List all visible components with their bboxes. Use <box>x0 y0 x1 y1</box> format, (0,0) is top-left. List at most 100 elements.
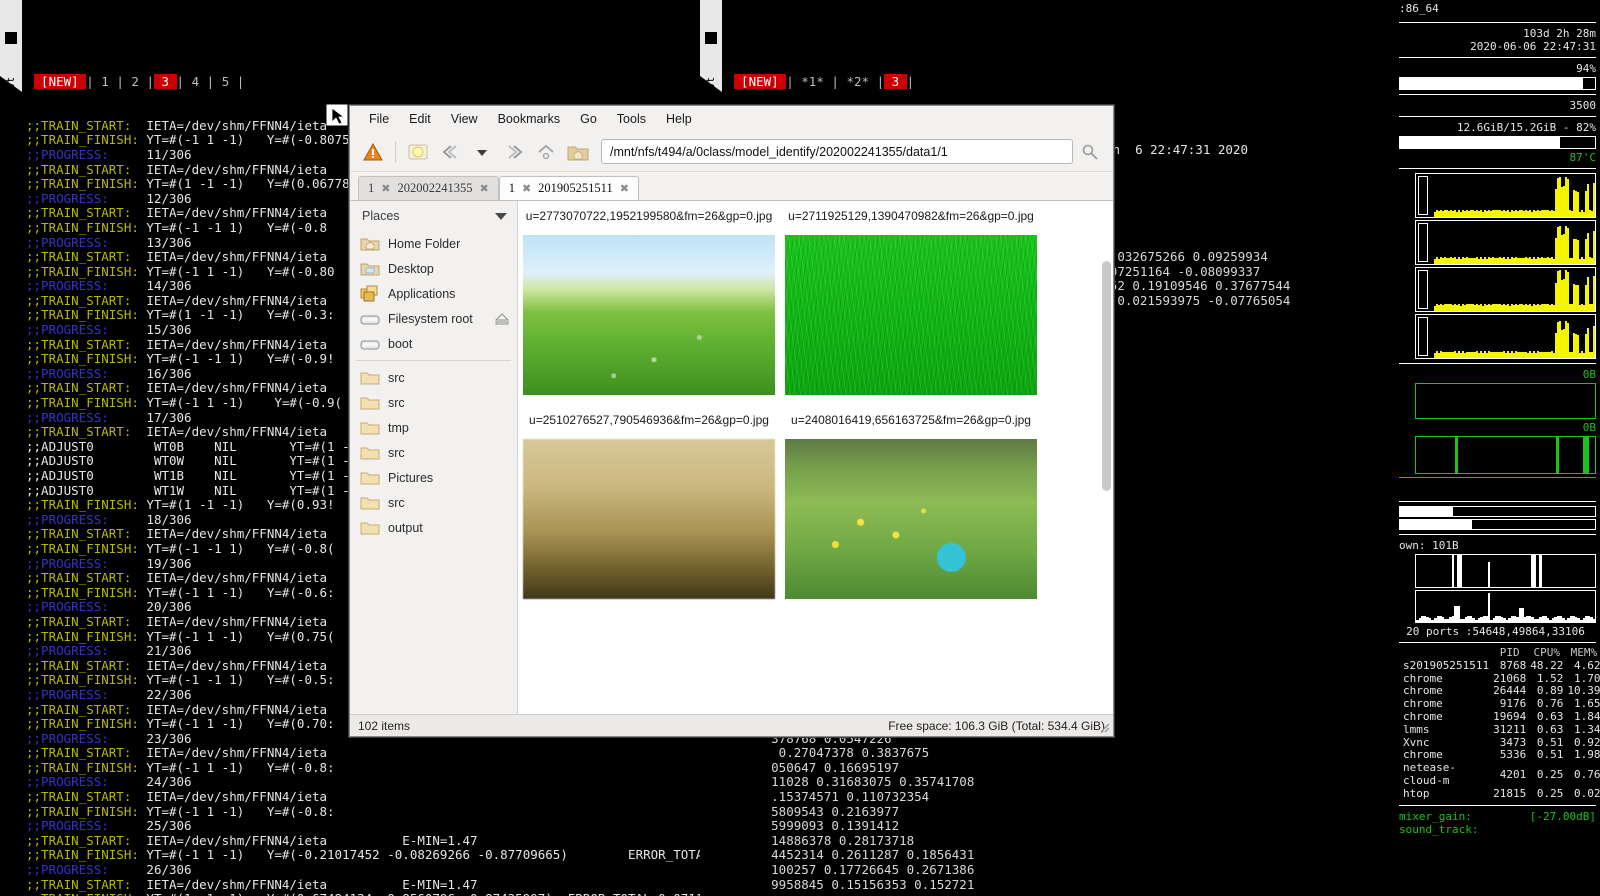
terminal-tab[interactable]: 3 <box>153 73 177 89</box>
process-pid: 5336 <box>1499 748 1527 762</box>
network-up-graph <box>1415 383 1596 419</box>
bookmark-item[interactable]: Pictures <box>350 465 517 490</box>
process-cpu: 0.63 <box>1536 709 1564 723</box>
bookmark-item-label: src <box>388 395 405 410</box>
terminal-tab[interactable]: *2* <box>839 74 877 89</box>
close-icon[interactable]: ✖ <box>381 182 390 195</box>
tab-number: 1 <box>368 181 375 195</box>
home-folder-icon <box>360 236 380 252</box>
file-manager-tab[interactable]: 1 ✖ 201905251511 ✖ <box>498 176 639 200</box>
menu-item-go[interactable]: Go <box>571 109 606 129</box>
chevron-down-icon[interactable] <box>495 212 507 221</box>
places-item[interactable]: Applications <box>350 281 517 306</box>
resize-grip[interactable] <box>1098 721 1112 735</box>
desktop-folder-icon <box>360 261 380 277</box>
process-pid: 19694 <box>1493 709 1527 723</box>
address-text: /mnt/nfs/t494/a/0class/model_identify/20… <box>610 144 948 159</box>
eject-icon[interactable] <box>495 312 509 325</box>
bookmark-item-label: output <box>388 520 423 535</box>
process-row: lmms 31211 0.63 1.34 <box>1395 723 1600 737</box>
terminal-line: ;;TRAIN_START: IETA=/dev/shm/FFNN4/ieta <box>26 745 328 761</box>
places-item-label: Desktop <box>388 261 434 276</box>
terminal-tab[interactable]: *1* <box>794 74 832 89</box>
process-cpu: 0.25 <box>1536 786 1564 800</box>
file-row-thumbs-bottom <box>518 427 1113 599</box>
menu-item-file[interactable]: File <box>360 109 398 129</box>
menu-item-view[interactable]: View <box>442 109 487 129</box>
close-icon[interactable]: ✖ <box>479 182 488 195</box>
new-tab-icon[interactable] <box>403 137 433 167</box>
terminal-tab[interactable]: 1 <box>94 74 117 89</box>
bookmark-item[interactable]: src <box>350 390 517 415</box>
file-thumbnail[interactable] <box>785 439 1037 599</box>
terminal-tab[interactable]: [NEW] <box>733 73 787 89</box>
disk-bar-2 <box>1399 519 1596 530</box>
menu-item-edit[interactable]: Edit <box>400 109 440 129</box>
vertical-scrollbar[interactable] <box>1102 261 1111 491</box>
arch-label: :86_64 <box>1399 2 1439 15</box>
process-row: htop 21815 0.25 0.02 <box>1395 786 1600 801</box>
process-column-header: CPU% <box>1533 646 1561 659</box>
file-manager-window[interactable]: File Edit View Bookmarks Go Tools Help /… <box>349 105 1114 737</box>
file-thumbnail[interactable] <box>785 235 1037 395</box>
file-thumbnail[interactable] <box>523 439 775 599</box>
mixer-gain-row: [-27.00dB] mixer_gain: <box>1395 810 1600 823</box>
bookmark-item[interactable]: src <box>350 440 517 465</box>
close-icon[interactable]: ✖ <box>522 182 531 195</box>
process-name: s201905251511 <box>1403 658 1490 672</box>
terminal-tab[interactable]: 2 <box>124 74 147 89</box>
places-item-label: Home Folder <box>388 236 461 251</box>
places-header[interactable]: Places <box>350 205 517 231</box>
bookmark-item[interactable]: output <box>350 515 517 540</box>
terminal-tab[interactable]: 3 <box>884 73 907 89</box>
file-manager-tab[interactable]: 1 ✖ 202002241355 ✖ <box>358 176 499 200</box>
terminal-line: ;;TRAIN_FINISH: YT=#(-1 1 -1) Y=#(-0.8: <box>26 759 335 775</box>
bookmark-item[interactable]: src <box>350 490 517 515</box>
places-item-label: Filesystem root <box>388 311 473 326</box>
file-thumbnail[interactable] <box>523 235 775 395</box>
tab-bar[interactable]: 1 ✖ 202002241355 ✖ 1 ✖ 201905251511 ✖ <box>350 172 1113 200</box>
process-cpu: 0.51 <box>1536 748 1564 762</box>
menu-bar[interactable]: File Edit View Bookmarks Go Tools Help <box>350 106 1113 132</box>
menu-item-help[interactable]: Help <box>657 109 701 129</box>
download-graph <box>1415 554 1596 588</box>
uptime-label: 103d 2h 28m <box>1523 27 1596 40</box>
bookmark-item-label: src <box>388 370 405 385</box>
cpu-usage-bar <box>1399 77 1596 90</box>
terminal-right-tabbar[interactable]: [NEW] | *1* | *2* | 3 | <box>726 73 1400 90</box>
terminal-left-tabbar[interactable]: [NEW] | 1 | 2 | 3 | 4 | 5 | <box>26 73 700 90</box>
toolbar[interactable]: /mnt/nfs/t494/a/0class/model_identify/20… <box>350 132 1113 172</box>
file-list-pane[interactable]: u=2773070722,1952199580&fm=26&gp=0.jpg u=… <box>518 201 1113 714</box>
terminal-tab[interactable]: [NEW] <box>33 73 87 89</box>
menu-item-bookmarks[interactable]: Bookmarks <box>489 109 570 129</box>
bookmark-item[interactable]: tmp <box>350 415 517 440</box>
up-icon[interactable] <box>531 137 561 167</box>
places-item[interactable]: Desktop <box>350 256 517 281</box>
urxvt-icon-right <box>705 32 717 45</box>
search-icon[interactable] <box>1075 137 1105 167</box>
menu-item-tools[interactable]: Tools <box>608 109 655 129</box>
places-item[interactable]: Home Folder <box>350 231 517 256</box>
system-monitor-sidebar: :86_64 103d 2h 28m 2020-06-06 22:47:31 9… <box>1395 0 1600 896</box>
close-icon[interactable]: ✖ <box>620 182 629 195</box>
folder-icon <box>360 420 380 436</box>
home-icon[interactable] <box>563 137 593 167</box>
file-row-thumbs-top <box>518 223 1113 395</box>
places-item[interactable]: boot <box>350 331 517 356</box>
back-icon[interactable] <box>435 137 465 167</box>
matrix-line: 050647 0.16695197 <box>726 759 900 775</box>
terminal-line: ;;TRAIN_FINISH: YT=#(-1 1 -1) Y=#(-0.210… <box>26 847 700 863</box>
forward-icon[interactable] <box>499 137 529 167</box>
terminal-tab[interactable]: 5 <box>214 74 237 89</box>
divider <box>1399 116 1596 117</box>
urxvt-window-tag-left: urxvt <box>0 0 22 108</box>
cpu-core-2-graph <box>1415 220 1596 265</box>
places-sidebar[interactable]: Places Home Folder Desktop Applications Fil… <box>350 201 518 714</box>
bookmark-item[interactable]: src <box>350 365 517 390</box>
address-bar[interactable]: /mnt/nfs/t494/a/0class/model_identify/20… <box>601 139 1073 164</box>
places-item[interactable]: Filesystem root <box>350 306 517 331</box>
history-dropdown-icon[interactable] <box>467 137 497 167</box>
status-free-space: Free space: 106.3 GiB (Total: 534.4 GiB) <box>888 718 1105 733</box>
folder-icon <box>360 470 380 486</box>
terminal-tab[interactable]: 4 <box>184 74 207 89</box>
